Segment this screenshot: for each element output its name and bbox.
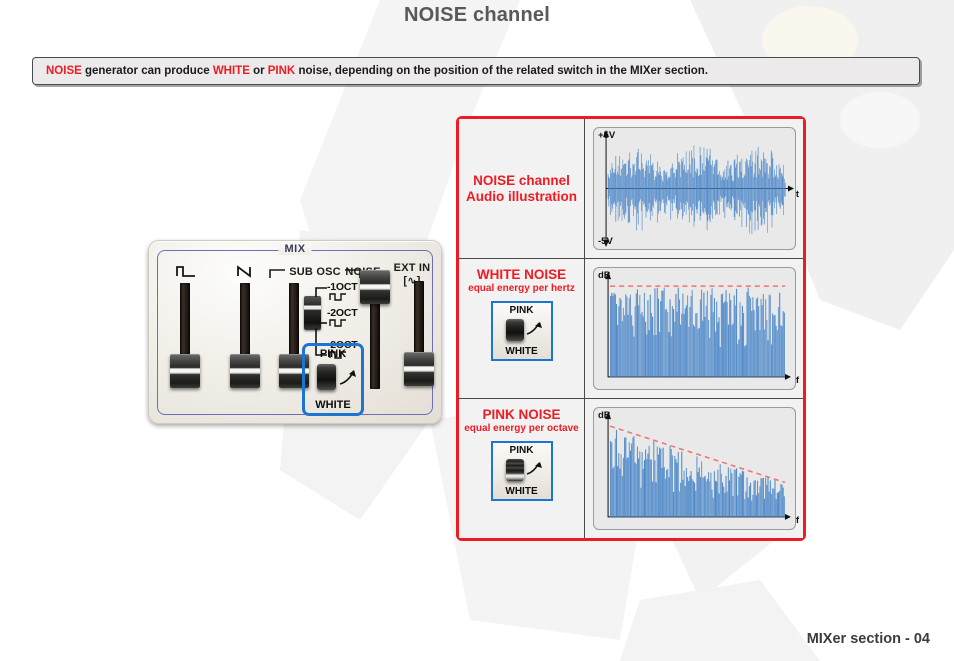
pink-noise-spectrum-chart [605,412,791,520]
row-title-2: Audio illustration [466,188,577,204]
caption-segment: noise, depending on the position of the … [295,65,709,77]
axis-label-x: f [795,515,799,526]
table-row: NOISE channel Audio illustration +5V -5V… [459,119,803,258]
page-title: NOISE channel [404,4,550,26]
octave-wave-icon-2 [329,319,346,327]
slider-track-saw [240,283,250,361]
caption-segment: or [249,65,268,77]
slider-track-subosc [289,283,299,361]
switch-direction-arrow-icon [339,370,356,385]
slider-pulse[interactable] [170,354,200,388]
mixer-panel: MIX SUB OSC NOISE EXT IN [∿] -1OCT -2OCT [148,240,442,424]
table-row: PINK NOISE equal energy per octave PINK … [459,398,803,538]
axis-label-y: dB [598,270,611,281]
footer-label: MIXer section - 04 [806,631,930,647]
pulse-wave-icon [171,265,201,282]
caption-text: NOISE generator can produce WHITE or PIN… [33,65,708,77]
plot-frame [593,127,796,250]
axis-label-y-top: +5V [598,130,616,141]
row-subtitle: equal energy per hertz [468,282,575,294]
slider-saw[interactable] [230,354,260,388]
slider-track-noise [370,297,380,389]
plot-cell-waveform: +5V -5V t [585,119,803,258]
mini-pink-white-switch-pink[interactable]: PINK WHITE [490,440,553,501]
mini-switch-toggle[interactable] [505,318,524,341]
mini-switch-bottom-label: WHITE [505,345,538,357]
caption-bar: NOISE generator can produce WHITE or PIN… [32,57,920,85]
caption-segment: PINK [267,65,296,77]
axis-label-y: dB [598,410,611,421]
ext-in-waveform-icon: [∿] [403,275,421,287]
slider-noise[interactable] [360,270,390,304]
axis-label-y-bottom: -5V [598,236,613,247]
caption-segment: generator can produce [81,65,213,77]
mini-switch-arrow-icon [526,461,542,475]
plot-cell-pink-spectrum: dB f [585,399,803,538]
caption-segment: WHITE [212,65,250,77]
pink-white-switch-highlight[interactable]: PINK WHITE [302,343,364,416]
axis-label-x: t [795,188,799,200]
pink-white-top-label: PINK [319,348,347,360]
saw-wave-icon [231,265,261,282]
row-title: NOISE channel [473,172,570,188]
mix-section-label: MIX [278,243,312,255]
plot-frame [593,267,796,390]
ext-in-label: EXT IN [393,262,431,274]
plot-frame [593,407,796,530]
slider-track-extin [414,281,424,359]
pink-white-toggle[interactable] [317,364,336,390]
mini-switch-top-label: PINK [509,304,534,316]
row-title: WHITE NOISE [476,267,567,282]
noise-waveform-chart [603,130,794,247]
axis-label-x: f [795,375,799,386]
row-label-pink-noise: PINK NOISE equal energy per octave PINK … [459,399,585,538]
mini-switch-bottom-label: WHITE [505,485,538,497]
mini-switch-top-label: PINK [509,444,534,456]
white-noise-spectrum-chart [605,272,791,380]
row-title: PINK NOISE [482,407,561,422]
illustration-table: NOISE channel Audio illustration +5V -5V… [456,116,806,541]
slider-track-pulse [180,283,190,361]
mini-switch-arrow-icon [526,321,542,335]
row-subtitle: equal energy per octave [464,422,579,434]
pink-white-bottom-label: WHITE [315,399,351,411]
plot-cell-white-spectrum: dB f [585,259,803,398]
mini-switch-toggle[interactable] [505,458,524,481]
mini-pink-white-switch-white[interactable]: PINK WHITE [490,300,553,361]
caption-segment: NOISE [46,65,82,77]
slider-extin[interactable] [404,352,434,386]
row-label-noise-channel: NOISE channel Audio illustration [459,119,585,258]
row-label-white-noise: WHITE NOISE equal energy per hertz PINK … [459,259,585,398]
octave-wave-icon-1 [329,293,346,301]
table-row: WHITE NOISE equal energy per hertz PINK … [459,258,803,398]
